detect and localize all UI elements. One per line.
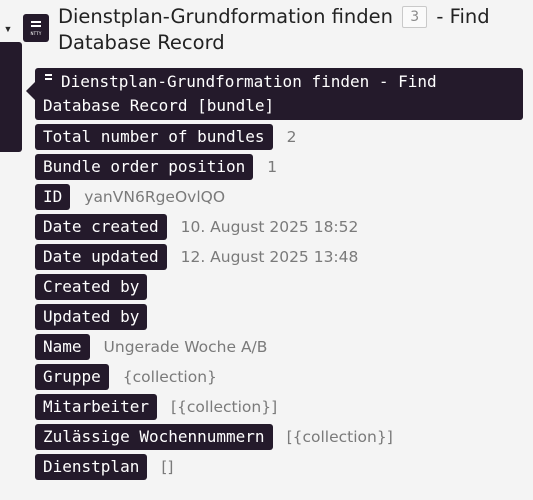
field-row: Date created 10. August 2025 18:52 (35, 214, 358, 240)
field-row: Zulässige Wochennummern [{collection}] (35, 424, 393, 450)
field-key[interactable]: Dienstplan (35, 454, 148, 480)
field-key[interactable]: Date updated (35, 244, 167, 270)
field-key[interactable]: Mitarbeiter (35, 394, 157, 420)
field-value: 10. August 2025 18:52 (180, 218, 359, 236)
field-value: Ungerade Woche A/B (103, 338, 268, 356)
field-value: yanVN6RgeOvlQO (84, 188, 226, 206)
field-row: Mitarbeiter [{collection}] (35, 394, 277, 420)
bundle-module-icon (43, 74, 55, 86)
field-key[interactable]: Total number of bundles (35, 124, 273, 150)
field-value: [] (161, 458, 174, 476)
count-badge: 3 (402, 6, 428, 28)
bundle-header[interactable]: Dienstplan-Grundformation finden - Find … (26, 68, 523, 120)
field-key[interactable]: Zulässige Wochennummern (35, 424, 273, 450)
field-value: {collection} (122, 368, 217, 386)
caret-down-icon[interactable]: ▼ (2, 24, 14, 34)
field-value: 1 (267, 158, 278, 176)
field-value: 12. August 2025 13:48 (180, 248, 359, 266)
field-key[interactable]: Gruppe (35, 364, 109, 390)
field-row: Gruppe {collection} (35, 364, 217, 390)
field-key[interactable]: Created by (35, 274, 148, 300)
field-key[interactable]: Updated by (35, 304, 148, 330)
field-row: Created by (35, 274, 161, 300)
field-value: [{collection}] (170, 398, 278, 416)
field-row: Bundle order position 1 (35, 154, 277, 180)
field-key[interactable]: Name (35, 334, 90, 360)
field-value: [{collection}] (286, 428, 393, 446)
field-row: Dienstplan [] (35, 454, 173, 480)
field-key[interactable]: ID (35, 184, 71, 210)
app-icon-label: NTTY (30, 30, 42, 36)
field-row: Name Ungerade Woche A/B (35, 334, 267, 360)
side-panel (0, 42, 22, 152)
title-text: Dienstplan-Grundformation finden (58, 5, 394, 28)
app-module-icon: NTTY (23, 14, 49, 42)
page: ▼ NTTY Dienstplan-Grundformation finden … (0, 0, 533, 500)
field-row: Date updated 12. August 2025 13:48 (35, 244, 358, 270)
field-value: 2 (286, 128, 297, 146)
field-key[interactable]: Date created (35, 214, 167, 240)
page-title: Dienstplan-Grundformation finden 3 - Fin… (58, 4, 528, 56)
field-row: Updated by (35, 304, 161, 330)
field-key[interactable]: Bundle order position (35, 154, 254, 180)
field-row: Total number of bundles 2 (35, 124, 296, 150)
bundle-label: Dienstplan-Grundformation finden - Find … (43, 72, 437, 115)
field-row: ID yanVN6RgeOvlQO (35, 184, 225, 210)
